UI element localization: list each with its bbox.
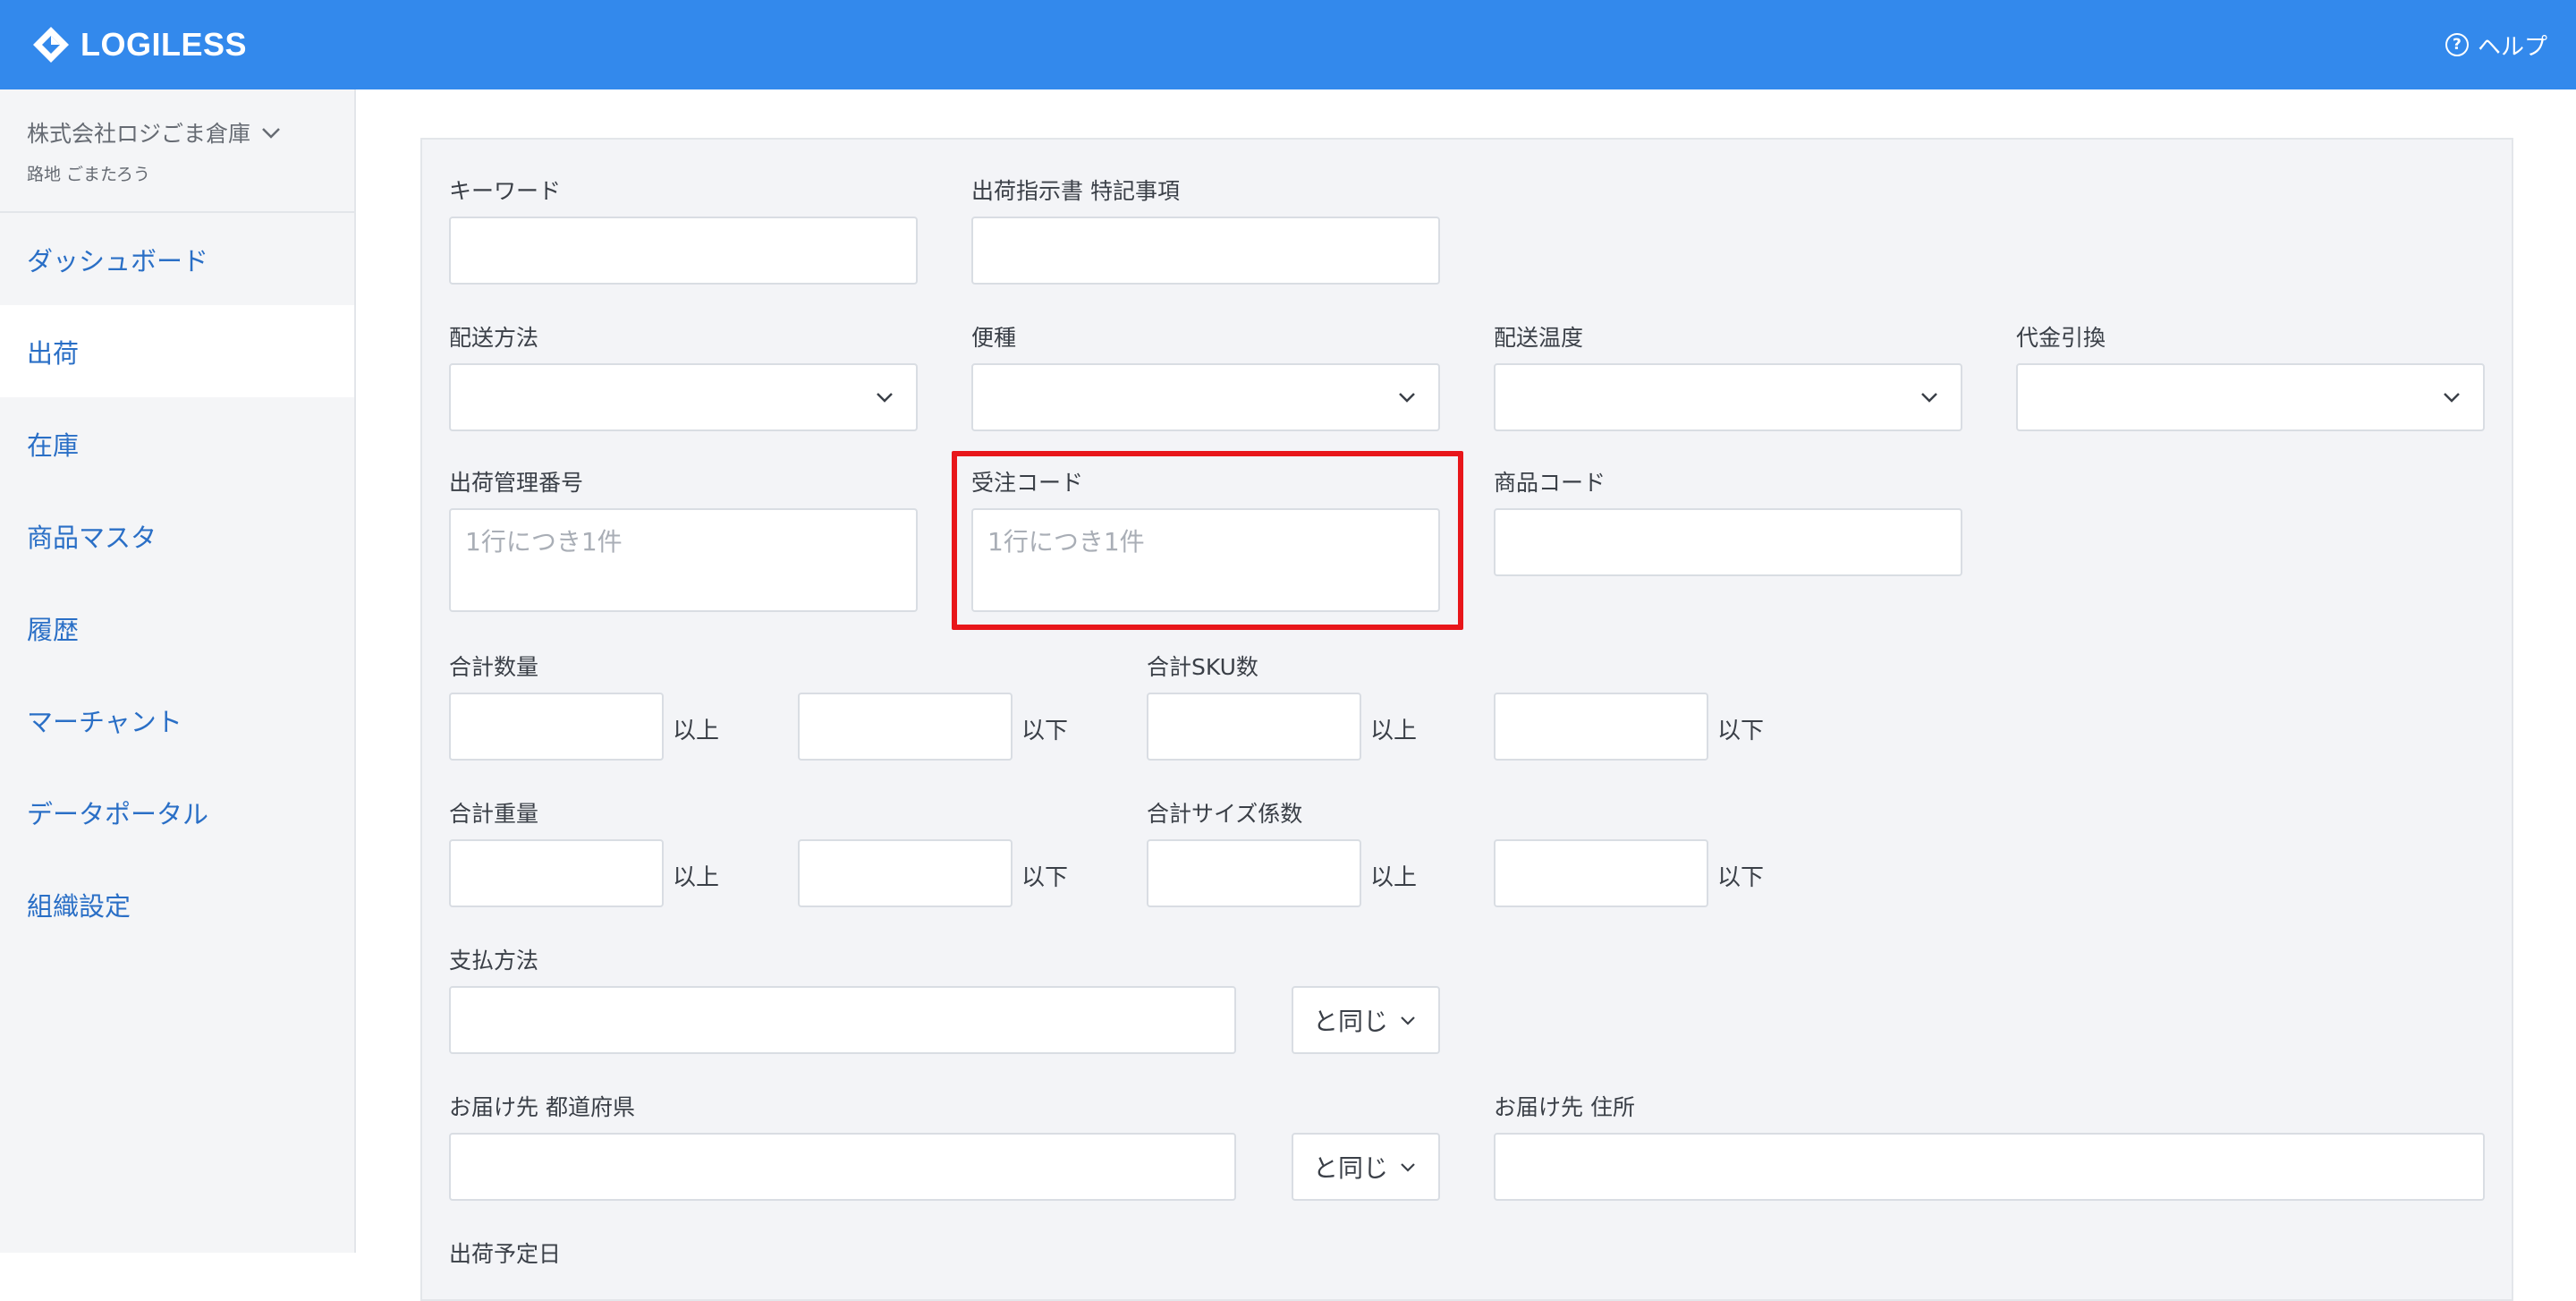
chevron-down-icon	[1401, 1016, 1415, 1025]
org-switcher: 株式会社ロジごま倉庫 路地 ごまたろう	[0, 89, 354, 213]
service-type-select[interactable]	[971, 363, 1440, 431]
prefecture-input[interactable]	[449, 1133, 1236, 1201]
help-circle-icon: ?	[2445, 33, 2469, 56]
total-sku-max-input[interactable]	[1494, 693, 1708, 761]
total-size-min-input[interactable]	[1147, 839, 1361, 907]
org-dropdown[interactable]: 株式会社ロジごま倉庫	[27, 116, 327, 149]
sidebar-item-data-portal[interactable]: データポータル	[0, 766, 354, 858]
top-header: LOGILESS ? ヘルプ	[0, 0, 2576, 89]
cod-label: 代金引換	[2016, 325, 2106, 351]
delivery-temp-label: 配送温度	[1494, 325, 1584, 351]
org-name: 株式会社ロジごま倉庫	[27, 121, 251, 147]
help-label: ヘルプ	[2477, 33, 2547, 61]
total-size-label: 合計サイズ係数	[1147, 801, 1303, 827]
total-weight-min-input[interactable]	[449, 839, 664, 907]
total-sku-min-input[interactable]	[1147, 693, 1361, 761]
sidebar-item-product-master[interactable]: 商品マスタ	[0, 489, 354, 582]
special-notes-input[interactable]	[971, 217, 1440, 285]
logiless-logo-icon	[33, 27, 69, 63]
search-panel: キーワード 出荷指示書 特記事項 配送方法 便種 配送温度 代金引換 出荷管理番…	[420, 138, 2513, 1301]
chevron-down-icon	[262, 128, 280, 139]
total-weight-max-input[interactable]	[798, 839, 1013, 907]
main-content: キーワード 出荷指示書 特記事項 配送方法 便種 配送温度 代金引換 出荷管理番…	[358, 89, 2576, 1301]
service-type-label: 便種	[971, 325, 1017, 351]
sidebar-nav: ダッシュボード 出荷 在庫 商品マスタ 履歴 マーチャント データポータル 組織…	[0, 213, 354, 950]
sidebar-item-merchant[interactable]: マーチャント	[0, 674, 354, 766]
delivery-method-label: 配送方法	[449, 325, 539, 351]
product-code-label: 商品コード	[1494, 470, 1606, 496]
delivery-method-select[interactable]	[449, 363, 918, 431]
logo[interactable]: LOGILESS	[30, 24, 247, 65]
chevron-down-icon	[1921, 393, 1937, 403]
match-label: と同じ	[1312, 1007, 1388, 1036]
prefecture-match-dropdown[interactable]: と同じ	[1292, 1133, 1440, 1201]
shipment-number-textarea[interactable]: 1行につき1件	[449, 508, 918, 612]
total-weight-label: 合計重量	[449, 801, 539, 827]
product-code-input[interactable]	[1494, 508, 1962, 576]
special-notes-label: 出荷指示書 特記事項	[971, 178, 1180, 204]
address-input[interactable]	[1494, 1133, 2485, 1201]
payment-method-match-dropdown[interactable]: と同じ	[1292, 986, 1440, 1054]
keyword-input[interactable]	[449, 217, 918, 285]
payment-method-input[interactable]	[449, 986, 1236, 1054]
sidebar-item-inventory[interactable]: 在庫	[0, 397, 354, 489]
total-size-min-unit: 以上	[1370, 864, 1418, 891]
match-label: と同じ	[1312, 1153, 1388, 1183]
address-label: お届け先 住所	[1494, 1094, 1635, 1120]
total-sku-min-unit: 以上	[1370, 718, 1418, 744]
total-size-max-input[interactable]	[1494, 839, 1708, 907]
order-code-label: 受注コード	[971, 470, 1084, 496]
delivery-temp-select[interactable]	[1494, 363, 1962, 431]
shipment-number-label: 出荷管理番号	[449, 470, 584, 496]
help-link[interactable]: ? ヘルプ	[2445, 29, 2547, 62]
total-qty-label: 合計数量	[449, 654, 539, 680]
chevron-down-icon	[877, 393, 893, 403]
total-qty-max-input[interactable]	[798, 693, 1013, 761]
sidebar-item-dashboard[interactable]: ダッシュボード	[0, 213, 354, 305]
ship-date-label: 出荷予定日	[449, 1241, 562, 1267]
keyword-label: キーワード	[449, 178, 562, 204]
total-sku-max-unit: 以下	[1717, 718, 1765, 744]
chevron-down-icon	[1399, 393, 1415, 403]
total-weight-max-unit: 以下	[1021, 864, 1069, 891]
user-name: 路地 ごまたろう	[27, 165, 150, 184]
prefecture-label: お届け先 都道府県	[449, 1094, 635, 1120]
sidebar-item-org-settings[interactable]: 組織設定	[0, 858, 354, 950]
sidebar-item-history[interactable]: 履歴	[0, 582, 354, 674]
total-weight-min-unit: 以上	[673, 864, 720, 891]
sidebar: 株式会社ロジごま倉庫 路地 ごまたろう ダッシュボード 出荷 在庫 商品マスタ …	[0, 89, 356, 1253]
total-qty-min-input[interactable]	[449, 693, 664, 761]
payment-method-label: 支払方法	[449, 948, 539, 974]
chevron-down-icon	[1401, 1163, 1415, 1172]
logo-text: LOGILESS	[80, 26, 248, 63]
cod-select[interactable]	[2016, 363, 2485, 431]
total-sku-label: 合計SKU数	[1147, 654, 1258, 680]
total-qty-min-unit: 以上	[673, 718, 720, 744]
order-code-textarea[interactable]: 1行につき1件	[971, 508, 1440, 612]
total-qty-max-unit: 以下	[1021, 718, 1069, 744]
sidebar-item-shipping[interactable]: 出荷	[0, 305, 354, 397]
total-size-max-unit: 以下	[1717, 864, 1765, 891]
chevron-down-icon	[2444, 393, 2460, 403]
